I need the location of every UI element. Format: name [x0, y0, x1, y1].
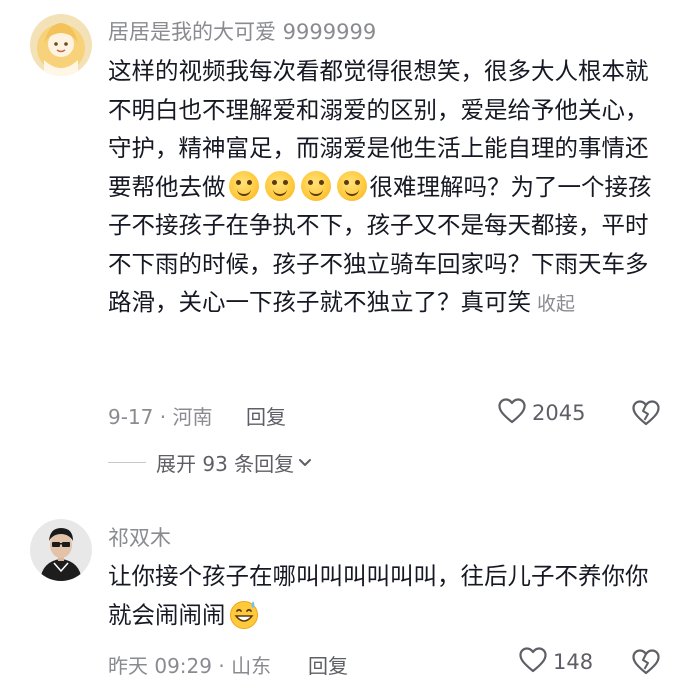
comment-username[interactable]: 居居是我的大可爱 9999999: [108, 16, 376, 46]
expand-replies-label: 展开 93 条回复: [156, 452, 295, 476]
heart-outline-icon: [519, 647, 547, 677]
dislike-button[interactable]: [632, 400, 660, 430]
comment-text: 这样的视频我每次看都觉得很想笑，很多大人根本就不明白也不理解爱和溺爱的区别，爱是…: [108, 52, 668, 324]
comment-text-body: 让你接个孩子在哪叫叫叫叫叫叫，往后儿子不养你你就会闹闹闹: [108, 562, 649, 629]
dislike-button[interactable]: [632, 649, 660, 679]
reply-button[interactable]: 回复: [246, 401, 286, 430]
expand-divider: [108, 462, 146, 463]
broken-heart-icon: [632, 400, 660, 430]
reply-button[interactable]: 回复: [308, 650, 348, 679]
comment-date-location: 9-17 · 河南: [108, 405, 213, 429]
comment-meta: 9-17 · 河南 回复: [108, 401, 286, 430]
expand-replies-button[interactable]: 展开 93 条回复: [108, 448, 312, 477]
broken-heart-icon: [632, 649, 660, 679]
smiling-face-emoji-icon: [228, 170, 259, 201]
like-button[interactable]: 2045: [498, 398, 585, 428]
comment-text: 让你接个孩子在哪叫叫叫叫叫叫，往后儿子不养你你就会闹闹闹: [108, 557, 668, 641]
smiling-face-emoji-icon: [336, 170, 367, 201]
grinning-sweat-emoji-icon: [228, 598, 260, 642]
like-count: 2045: [532, 401, 586, 425]
chevron-down-icon: [298, 458, 312, 468]
like-count: 148: [553, 650, 594, 674]
heart-outline-icon: [498, 398, 526, 428]
avatar[interactable]: [30, 519, 92, 581]
collapse-button[interactable]: 收起: [537, 293, 575, 315]
comment-date-location: 昨天 09:29 · 山东: [108, 654, 272, 678]
like-button[interactable]: 148: [519, 647, 593, 677]
smiling-face-emoji-icon: [300, 170, 331, 201]
comment-username[interactable]: 祁双木: [108, 522, 171, 552]
comment-item: 祁双木 让你接个孩子在哪叫叫叫叫叫叫，往后儿子不养你你就会闹闹闹 昨天 09:2…: [0, 500, 690, 685]
comment-meta: 昨天 09:29 · 山东 回复: [108, 650, 348, 679]
comment-item: 居居是我的大可爱 9999999 这样的视频我每次看都觉得很想笑，很多大人根本就…: [0, 0, 690, 500]
avatar[interactable]: [30, 14, 92, 76]
smiling-face-emoji-icon: [264, 170, 295, 201]
